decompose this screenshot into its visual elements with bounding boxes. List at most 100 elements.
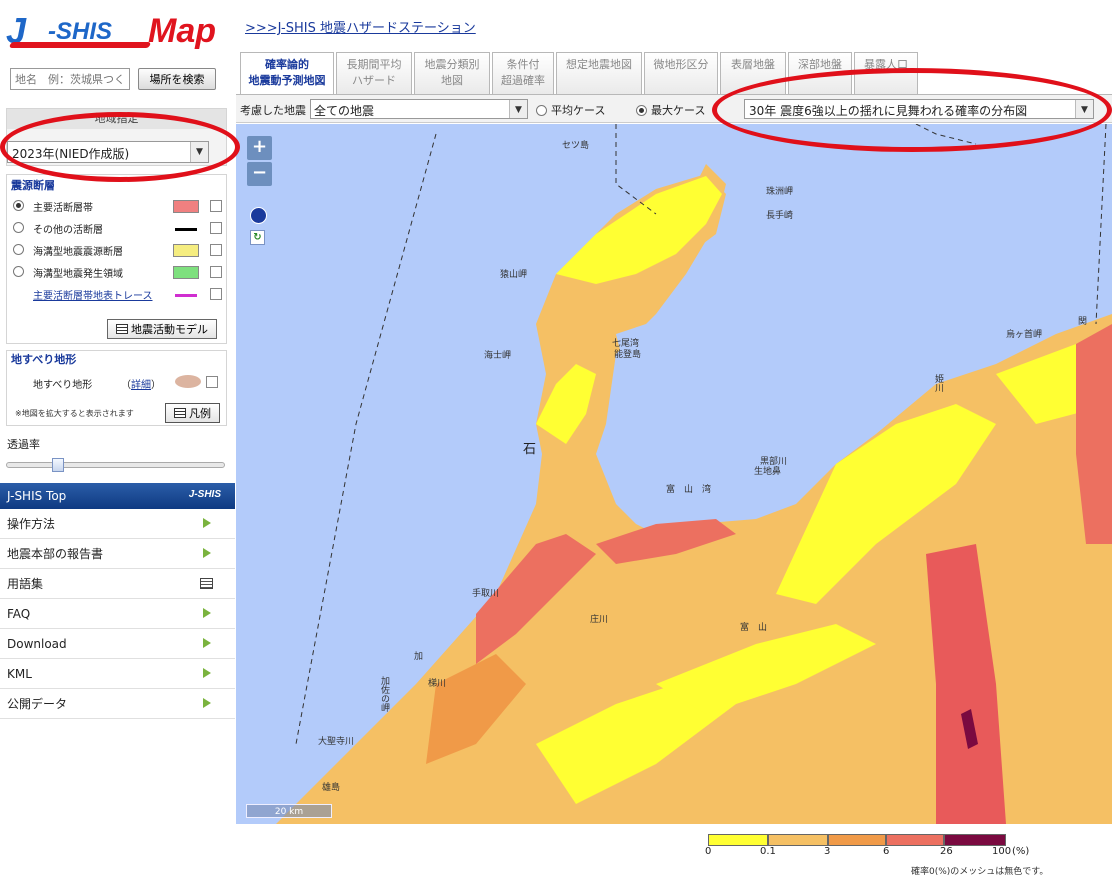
max-case-option[interactable]: 最大ケース [636,102,705,118]
tab-line1: 長期間平均 [346,58,402,71]
tab-long-term[interactable]: 長期間平均 ハザード [336,52,412,94]
place-label: 姫川 [933,374,943,392]
average-case-option[interactable]: 平均ケース [536,102,605,118]
average-case-radio[interactable] [536,105,547,116]
arrow-right-icon [203,638,211,648]
zoom-out-button[interactable]: − [247,162,272,186]
source-row-trench-area[interactable]: 海溝型地震発生領域 [11,263,223,281]
color-swatch [173,200,199,213]
source-checkbox[interactable] [210,288,222,300]
arrow-right-icon [203,668,211,678]
max-case-radio[interactable] [636,105,647,116]
source-row-surface-trace[interactable]: 主要活断層帯地表トレース [11,285,223,303]
paren-close: ） [151,380,161,391]
place-label: セツ島 [562,141,590,151]
document-icon [174,408,186,418]
landslide-checkbox[interactable] [206,376,218,388]
sea-boundary-4 [1095,124,1107,325]
source-row-trench-fault[interactable]: 海溝型地震震源断層 [11,241,223,259]
source-row-other-fault[interactable]: その他の活断層 [11,219,223,237]
tab-line1: 条件付 [506,58,540,71]
source-radio-trench-area[interactable] [13,266,24,277]
document-icon [116,324,128,334]
place-label: 関 [1078,317,1088,327]
nav-item-label: Download [7,637,67,651]
legend-swatch [828,834,886,846]
tab-line2: 超過確率 [501,74,545,87]
source-checkbox[interactable] [210,222,222,234]
nav-item-howto[interactable]: 操作方法 [0,509,235,539]
tab-by-category[interactable]: 地震分類別 地図 [414,52,490,94]
opacity-slider[interactable] [6,458,225,472]
legend-tick: 6 [883,846,890,857]
source-radio-other-fault[interactable] [13,222,24,233]
refresh-icon[interactable]: ↻ [250,230,265,245]
nav-item-label: 地震本部の報告書 [7,547,104,561]
side-nav: J-SHIS Top J-SHIS 操作方法 地震本部の報告書 用語集 FAQ … [0,483,235,719]
place-label: 富 山 [740,623,768,633]
tab-line1: 想定地震地図 [566,58,632,71]
legend-tick: 26 [940,846,953,857]
nav-item-reports[interactable]: 地震本部の報告書 [0,539,235,569]
tab-line1: 表層地盤 [731,58,775,71]
source-radio-major-fault[interactable] [13,200,24,211]
activity-model-button[interactable]: 地震活動モデル [107,319,217,339]
chevron-down-icon[interactable]: ▼ [509,100,527,118]
nav-item-faq[interactable]: FAQ [0,599,235,629]
place-label: 猿山岬 [500,270,528,280]
tab-conditional[interactable]: 条件付 超過確率 [492,52,554,94]
jshis-map-logo[interactable]: J -SHIS Map [6,8,230,52]
source-label: その他の活断層 [33,225,103,236]
source-label: 海溝型地震震源断層 [33,247,123,258]
nav-item-download[interactable]: Download [0,629,235,659]
place-label: 手取川 [472,589,500,599]
line-swatch [175,228,197,231]
source-fault-header: 震源断層 [11,179,55,192]
tab-scenario[interactable]: 想定地震地図 [556,52,642,94]
zoom-in-button[interactable]: + [247,136,272,160]
place-label: 烏ヶ首岬 [1006,330,1043,340]
earthquake-select-value: 全ての地震 [314,104,375,118]
place-search-button[interactable]: 場所を検索 [138,68,216,90]
source-radio-trench-fault[interactable] [13,244,24,255]
arrow-right-icon [203,548,211,558]
landslide-detail: （詳細） [121,376,161,391]
source-checkbox[interactable] [210,266,222,278]
nav-header[interactable]: J-SHIS Top J-SHIS [0,483,235,509]
nav-item-glossary[interactable]: 用語集 [0,569,235,599]
place-label: 梯川 [428,679,447,689]
landslide-label: 地すべり地形 [33,380,93,391]
place-label: 雄島 [322,783,341,793]
earthquake-select[interactable]: 全ての地震 ▼ [310,99,528,119]
color-swatch [173,244,199,257]
place-search-input[interactable] [10,68,130,90]
legend-note: 確率0(%)のメッシュは無色です。 [911,867,1049,877]
surface-trace-link[interactable]: 主要活断層帯地表トレース [33,287,153,302]
arrow-right-icon [203,518,211,528]
tab-probabilistic[interactable]: 確率論的 地震動予測地図 [240,52,334,94]
legend-tick: 100 [992,846,1012,857]
color-swatch [173,266,199,279]
document-icon [200,578,213,589]
zone-yellow-noto [556,176,722,284]
nav-item-public-data[interactable]: 公開データ [0,689,235,719]
legend-tick: 3 [824,846,831,857]
tab-landform[interactable]: 微地形区分 [644,52,718,94]
source-checkbox[interactable] [210,200,222,212]
tab-line1: 微地形区分 [653,58,709,71]
probability-legend [708,834,1008,846]
source-checkbox[interactable] [210,244,222,256]
source-row-major-fault[interactable]: 主要活断層帯 [11,197,223,215]
legend-swatch [768,834,828,846]
hazard-station-link[interactable]: >>>J-SHIS 地震ハザードステーション [245,17,476,36]
legend-button[interactable]: 凡例 [165,403,220,423]
opacity-slider-thumb[interactable] [52,458,64,472]
place-label: 富 山 湾 [666,485,712,495]
landslide-detail-link[interactable]: 詳細 [131,380,151,391]
landslide-swatch [175,375,201,388]
logo-map: Map [148,12,216,50]
globe-icon[interactable] [250,207,267,224]
hazard-map[interactable]: + − ↻ セツ島 珠洲岬 長手崎 猿山岬 海士岬 七尾湾 能登島 烏ヶ首岬 関… [236,124,1112,824]
nav-item-label: 用語集 [7,577,44,591]
nav-item-kml[interactable]: KML [0,659,235,689]
